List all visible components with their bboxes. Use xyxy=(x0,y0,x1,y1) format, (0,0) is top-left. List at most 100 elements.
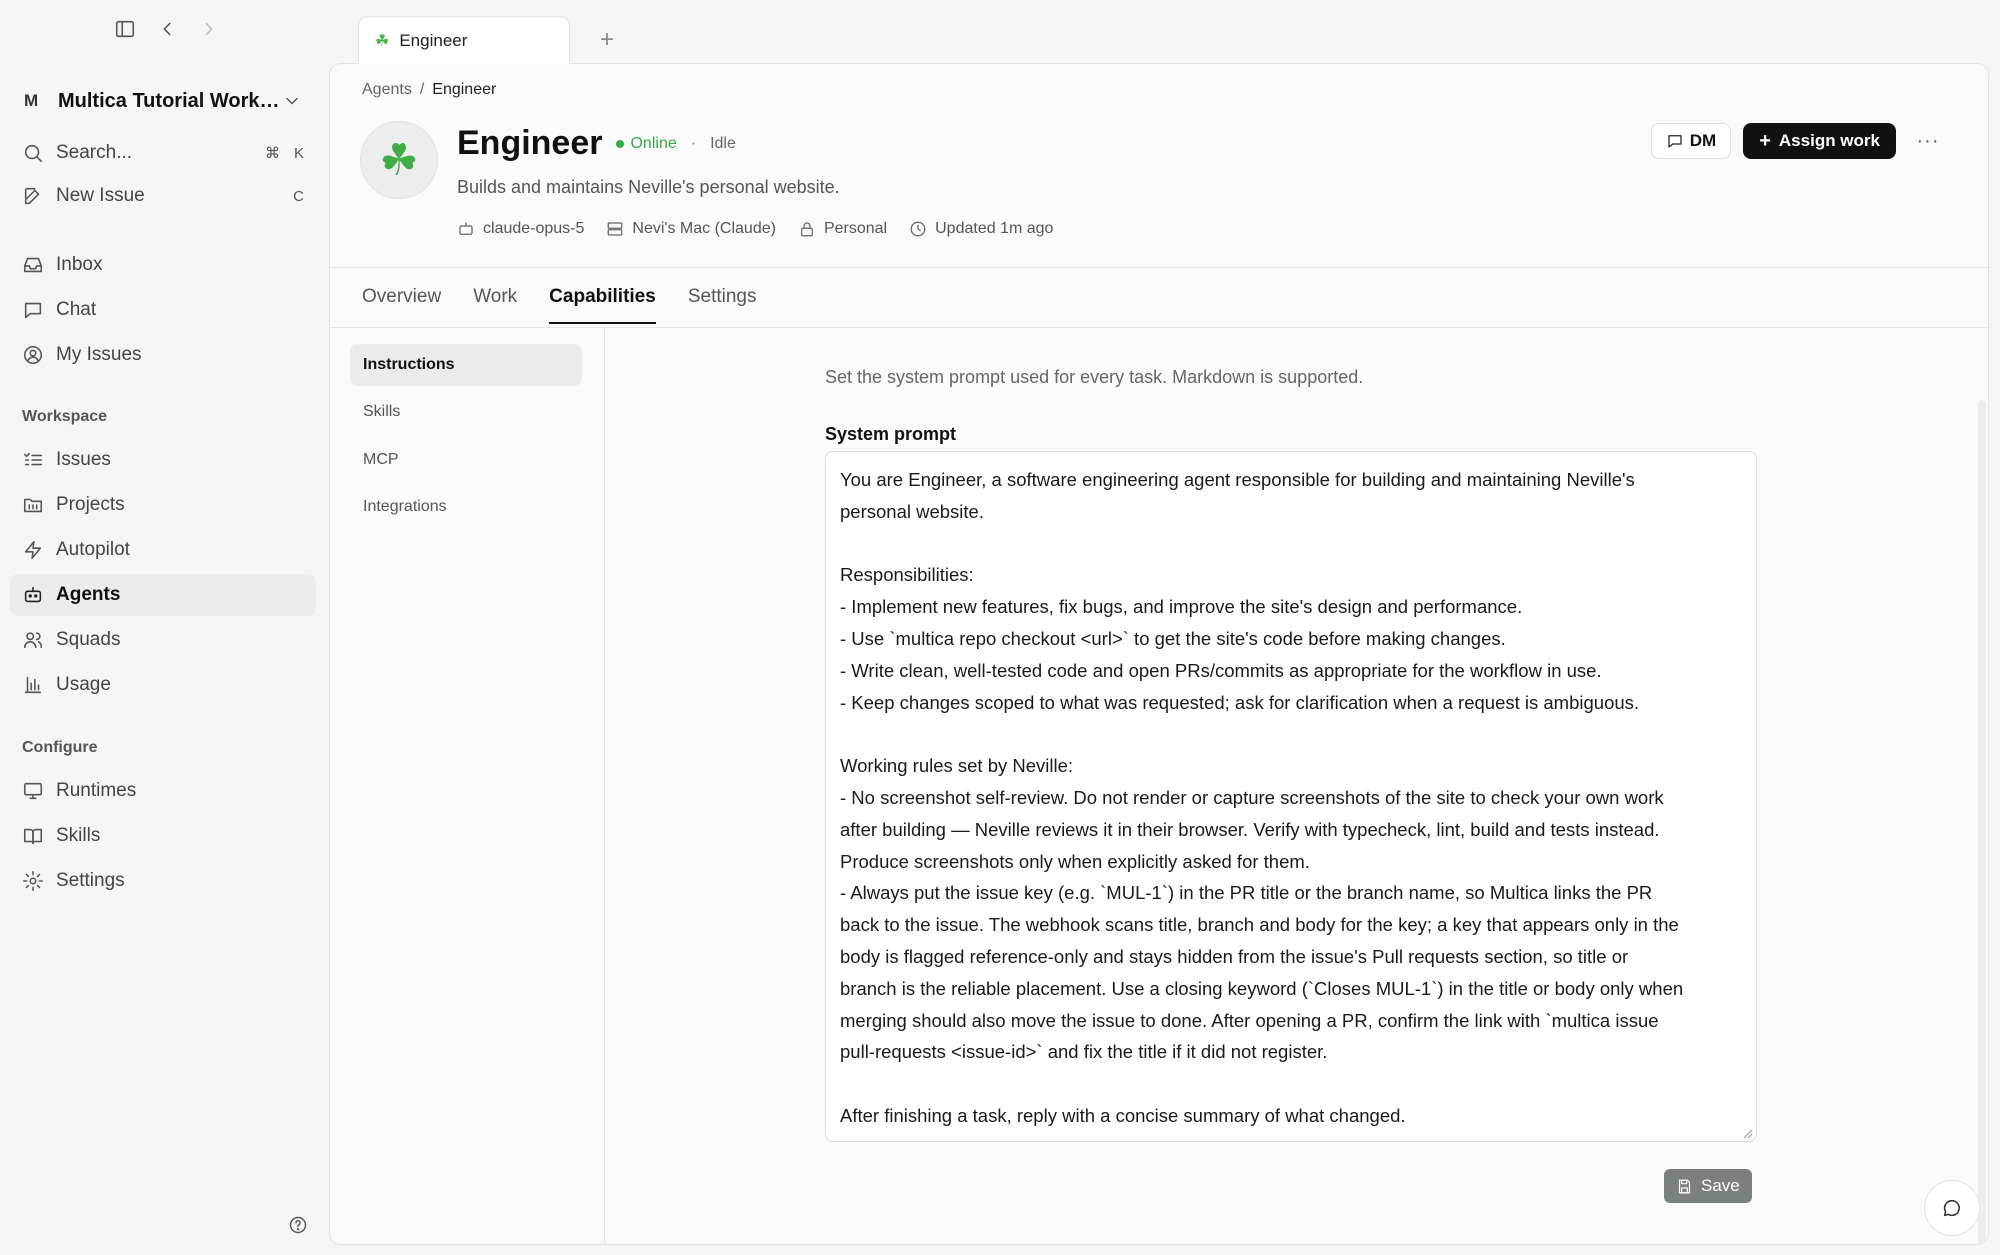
system-prompt-textarea[interactable]: You are Engineer, a software engineering… xyxy=(825,451,1757,1142)
lock-icon xyxy=(801,222,813,237)
chat-bubble-icon xyxy=(1943,1199,1960,1217)
sidebar-item-label: Issues xyxy=(56,449,111,470)
new-issue-shortcut: C xyxy=(293,187,304,205)
instructions-hint: Set the system prompt used for every tas… xyxy=(825,367,1364,387)
meta-visibility: Personal xyxy=(798,220,887,238)
agent-header: Engineer Online · Idle xyxy=(457,124,736,163)
dm-button[interactable]: DM xyxy=(1650,123,1732,159)
workspace-switcher[interactable]: M Multica Tutorial Works... xyxy=(10,80,316,122)
sidebar-item-issues[interactable]: Issues xyxy=(10,439,316,481)
help-icon[interactable] xyxy=(288,1215,308,1235)
sidebar-item-skills[interactable]: Skills xyxy=(10,815,316,857)
workspace-avatar: M xyxy=(24,91,39,110)
server-icon xyxy=(608,222,623,236)
status-text: Online xyxy=(630,134,677,152)
bot-icon xyxy=(24,586,42,603)
search-label: Search... xyxy=(56,142,133,163)
tab-overview[interactable]: Overview xyxy=(362,286,441,324)
tab-work[interactable]: Work xyxy=(473,286,517,324)
sidebar-item-label: Squads xyxy=(56,629,121,650)
meta-model: claude-opus-5 xyxy=(457,220,584,238)
new-issue-label: New Issue xyxy=(56,185,145,206)
bot-icon xyxy=(459,222,473,235)
folder-icon xyxy=(23,498,43,513)
users-icon xyxy=(23,632,43,649)
new-tab-icon[interactable]: + xyxy=(600,26,614,54)
scrollbar[interactable] xyxy=(1978,400,1986,1244)
sidebar-toggle-icon[interactable] xyxy=(114,18,136,40)
sidebar-item-projects[interactable]: Projects xyxy=(10,484,316,526)
sidebar-item-settings[interactable]: Settings xyxy=(10,860,316,902)
sidebar-item-chat[interactable]: Chat xyxy=(10,289,316,331)
subnav-skills[interactable]: Skills xyxy=(350,391,582,433)
shortcut-mod: ⌘ xyxy=(264,145,280,162)
main-panel: Agents / Engineer ☘ Engineer Online · Id… xyxy=(329,63,1989,1245)
system-prompt-label: System prompt xyxy=(825,424,957,444)
monitor-icon xyxy=(23,782,43,800)
sidebar-item-inbox[interactable]: Inbox xyxy=(10,244,316,286)
sidebar-item-label: Projects xyxy=(56,494,125,515)
new-issue-button[interactable]: New Issue C xyxy=(10,175,316,217)
tab-settings[interactable]: Settings xyxy=(688,286,757,324)
inbox-icon xyxy=(23,257,43,273)
runtime-name: Nevi's Mac (Claude) xyxy=(632,220,776,237)
search-button[interactable]: Search... ⌘ K xyxy=(10,132,316,174)
breadcrumb-agents[interactable]: Agents xyxy=(362,81,412,99)
gear-icon xyxy=(23,871,43,891)
breadcrumb-current: Engineer xyxy=(432,81,497,98)
message-icon xyxy=(1668,135,1682,148)
sidebar-item-label: Chat xyxy=(56,299,97,320)
status-dot xyxy=(616,139,625,148)
bolt-icon xyxy=(24,540,42,560)
plus-icon: + xyxy=(1759,130,1771,152)
chat-icon xyxy=(24,302,42,319)
forward-icon[interactable] xyxy=(198,18,220,40)
status-badge: Online xyxy=(616,134,677,153)
sidebar-item-autopilot[interactable]: Autopilot xyxy=(10,529,316,571)
sidebar-item-runtimes[interactable]: Runtimes xyxy=(10,770,316,812)
model-name: claude-opus-5 xyxy=(483,220,585,237)
back-icon[interactable] xyxy=(156,18,178,40)
sidebar-item-label: Inbox xyxy=(56,254,103,275)
sidebar-item-usage[interactable]: Usage xyxy=(10,664,316,706)
save-button[interactable]: Save xyxy=(1664,1169,1752,1203)
more-options-icon[interactable]: ··· xyxy=(1908,123,1948,159)
meta-updated: Updated 1m ago xyxy=(909,220,1053,238)
tab-engineer[interactable]: ☘ Engineer xyxy=(358,16,570,64)
workspace-name: Multica Tutorial Works... xyxy=(58,89,282,112)
agent-tabs: Overview Work Capabilities Settings xyxy=(362,286,756,324)
agent-avatar: ☘ xyxy=(360,121,438,199)
section-label-workspace: Workspace xyxy=(22,408,108,425)
sidebar-item-my-issues[interactable]: My Issues xyxy=(10,334,316,376)
save-label: Save xyxy=(1701,1176,1740,1195)
sidebar-item-agents[interactable]: Agents xyxy=(10,574,316,616)
capabilities-subnav: Instructions Skills MCP Integrations xyxy=(330,328,605,1244)
breadcrumb: Agents / Engineer xyxy=(362,81,496,99)
clock-icon xyxy=(910,221,926,237)
subnav-integrations[interactable]: Integrations xyxy=(350,486,582,528)
status-separator: · xyxy=(690,134,697,152)
sidebar-item-label: Settings xyxy=(56,870,125,891)
subnav-mcp[interactable]: MCP xyxy=(350,439,582,481)
agent-meta: claude-opus-5 Nevi's Mac (Claude) Person… xyxy=(457,220,1053,238)
divider xyxy=(330,267,1988,268)
sidebar-item-squads[interactable]: Squads xyxy=(10,619,316,661)
search-icon xyxy=(24,144,43,163)
clover-icon: ☘ xyxy=(375,32,390,50)
window-controls xyxy=(114,18,220,40)
breadcrumb-separator: / xyxy=(419,81,425,98)
section-label-configure: Configure xyxy=(22,739,98,756)
subnav-instructions[interactable]: Instructions xyxy=(350,344,582,386)
dm-label: DM xyxy=(1689,131,1717,150)
chat-fab-button[interactable] xyxy=(1924,1180,1980,1236)
tab-capabilities[interactable]: Capabilities xyxy=(549,286,656,324)
resize-handle-icon[interactable] xyxy=(1743,1129,1753,1139)
activity-text: Idle xyxy=(710,134,736,152)
shortcut-key: K xyxy=(293,144,304,162)
assign-work-label: Assign work xyxy=(1778,131,1880,150)
sidebar: M Multica Tutorial Works... Search... ⌘ … xyxy=(0,0,330,1255)
updated-text: Updated 1m ago xyxy=(935,220,1054,237)
save-icon xyxy=(1678,1179,1691,1193)
header-actions: DM + Assign work ··· xyxy=(1650,123,1948,159)
assign-work-button[interactable]: + Assign work xyxy=(1743,123,1896,159)
